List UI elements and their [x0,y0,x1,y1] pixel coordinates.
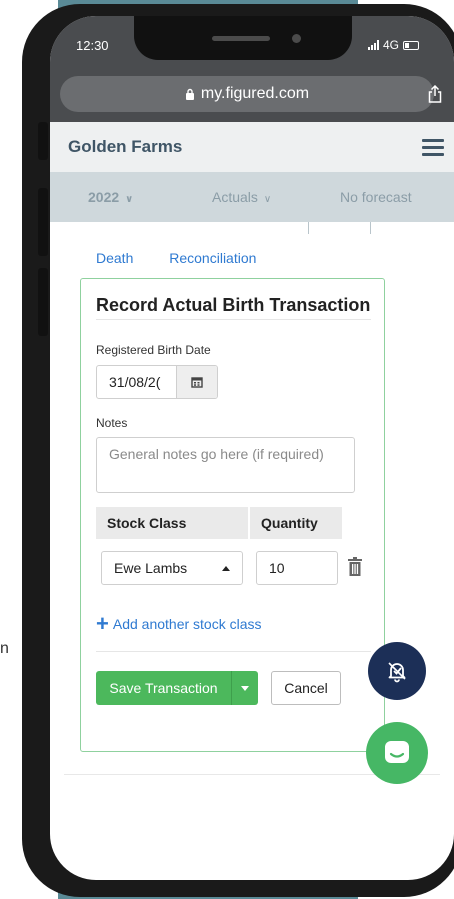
card-title: Record Actual Birth Transaction [96,295,371,315]
mode-filter[interactable]: Actuals ∨ [212,189,271,205]
stock-class-header: Stock Class [96,507,248,539]
share-icon[interactable] [428,84,442,106]
forecast-filter[interactable]: No forecast [340,189,412,205]
cancel-button[interactable]: Cancel [271,671,341,705]
add-stock-class-label: Add another stock class [112,616,262,632]
birth-date-value[interactable]: 31/08/2( [97,366,176,398]
mode-filter-label: Actuals [212,189,258,205]
notch [134,16,352,60]
app-header: Golden Farms [50,122,454,172]
phone-screen: 12:30 4G my.figured.com Golden Farms 202… [50,16,454,880]
stock-class-select[interactable]: Ewe Lambs [101,551,243,585]
notifications-button[interactable] [368,642,426,700]
phone-volume-down [38,268,48,336]
transaction-tabs: Death Reconciliation [96,250,288,266]
trash-icon[interactable] [347,557,363,582]
year-filter-label: 2022 [88,189,120,205]
network-type: 4G [383,38,400,52]
chat-launcher-button[interactable] [366,722,428,784]
save-transaction-button[interactable]: Save Transaction [96,671,231,705]
tab-reconciliation[interactable]: Reconciliation [169,250,256,266]
phone-mute-switch [38,122,48,160]
divider [96,319,371,320]
notes-textarea[interactable]: General notes go here (if required) [96,437,355,493]
save-transaction-button-group: Save Transaction [96,671,258,705]
date-label: Registered Birth Date [96,343,211,357]
quantity-header: Quantity [250,507,342,539]
notes-label: Notes [96,416,128,430]
browser-bar: my.figured.com [50,74,454,122]
caret-up-icon [222,565,230,571]
chat-icon [385,741,409,763]
hamburger-menu-icon[interactable] [422,138,444,156]
bell-check-icon [388,662,406,683]
stock-class-value: Ewe Lambs [114,560,188,576]
battery-icon [403,40,420,50]
birth-date-field[interactable]: 31/08/2( [96,365,218,399]
chevron-down-icon: ∨ [125,194,134,205]
status-bar: 12:30 4G [50,16,454,74]
chevron-down-icon: ∨ [263,194,272,205]
tab-death[interactable]: Death [96,250,133,266]
plus-icon: + [96,611,109,636]
status-indicators: 4G [368,38,420,52]
status-time: 12:30 [76,38,109,53]
calendar-icon[interactable] [176,366,217,398]
save-options-dropdown[interactable] [231,671,258,705]
brand-name: Golden Farms [68,137,183,156]
quantity-input[interactable]: 10 [256,551,338,585]
url-text: my.figured.com [200,85,310,102]
add-stock-class-link[interactable]: + Add another stock class [96,611,262,636]
filter-bar: 2022 ∨ Actuals ∨ No forecast [50,172,454,222]
caret-down-icon [241,685,249,691]
front-camera [292,34,301,43]
signal-icon [368,40,379,50]
divider [96,651,371,652]
lock-icon [185,88,194,100]
year-filter[interactable]: 2022 ∨ [88,189,133,205]
address-bar[interactable]: my.figured.com [60,76,434,112]
speaker-grille [212,36,270,41]
birth-transaction-card: Record Actual Birth Transaction Register… [80,278,385,752]
backdrop-text: n [0,640,9,657]
phone-volume-up [38,188,48,256]
filter-dividers [50,222,454,236]
